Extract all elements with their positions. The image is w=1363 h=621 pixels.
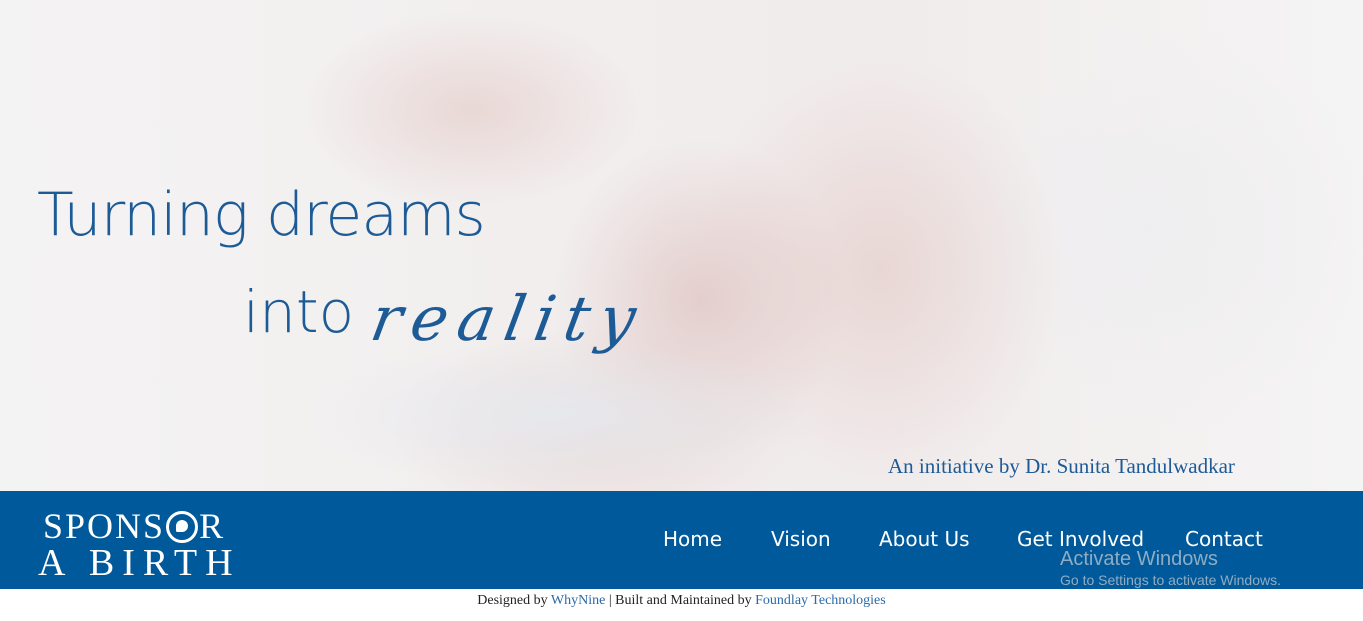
footer-designer-link[interactable]: WhyNine xyxy=(551,593,605,608)
nav-home[interactable]: Home xyxy=(663,527,722,551)
activate-windows-subtitle: Go to Settings to activate Windows. xyxy=(1060,572,1281,588)
footer-separator: | xyxy=(608,593,612,608)
hero-background-image xyxy=(300,340,820,490)
activate-windows-watermark: Activate Windows Go to Settings to activ… xyxy=(1060,548,1281,588)
hero-headline-script: reality xyxy=(365,282,652,355)
fetus-in-circle-icon xyxy=(166,510,199,543)
nav-vision[interactable]: Vision xyxy=(771,527,831,551)
footer-built-by-label: Built and Maintained by xyxy=(615,593,752,608)
site-footer: Designed by WhyNine | Built and Maintain… xyxy=(0,593,1363,609)
footer-builder-link[interactable]: Foundlay Technologies xyxy=(755,593,886,608)
activate-windows-title: Activate Windows xyxy=(1060,548,1218,570)
footer-designed-by-label: Designed by xyxy=(477,593,548,608)
hero-headline-line2: into xyxy=(243,278,355,346)
initiative-text: An initiative by Dr. Sunita Tandulwadkar xyxy=(888,454,1235,478)
logo-line2: A BIRTH xyxy=(38,542,241,584)
nav-about-us[interactable]: About Us xyxy=(879,527,970,551)
hero-headline-line1: Turning dreams xyxy=(37,180,486,250)
site-logo[interactable]: SPONS R A BIRTH xyxy=(38,499,248,584)
hero-banner: Turning dreams into reality An initiativ… xyxy=(0,0,1363,491)
